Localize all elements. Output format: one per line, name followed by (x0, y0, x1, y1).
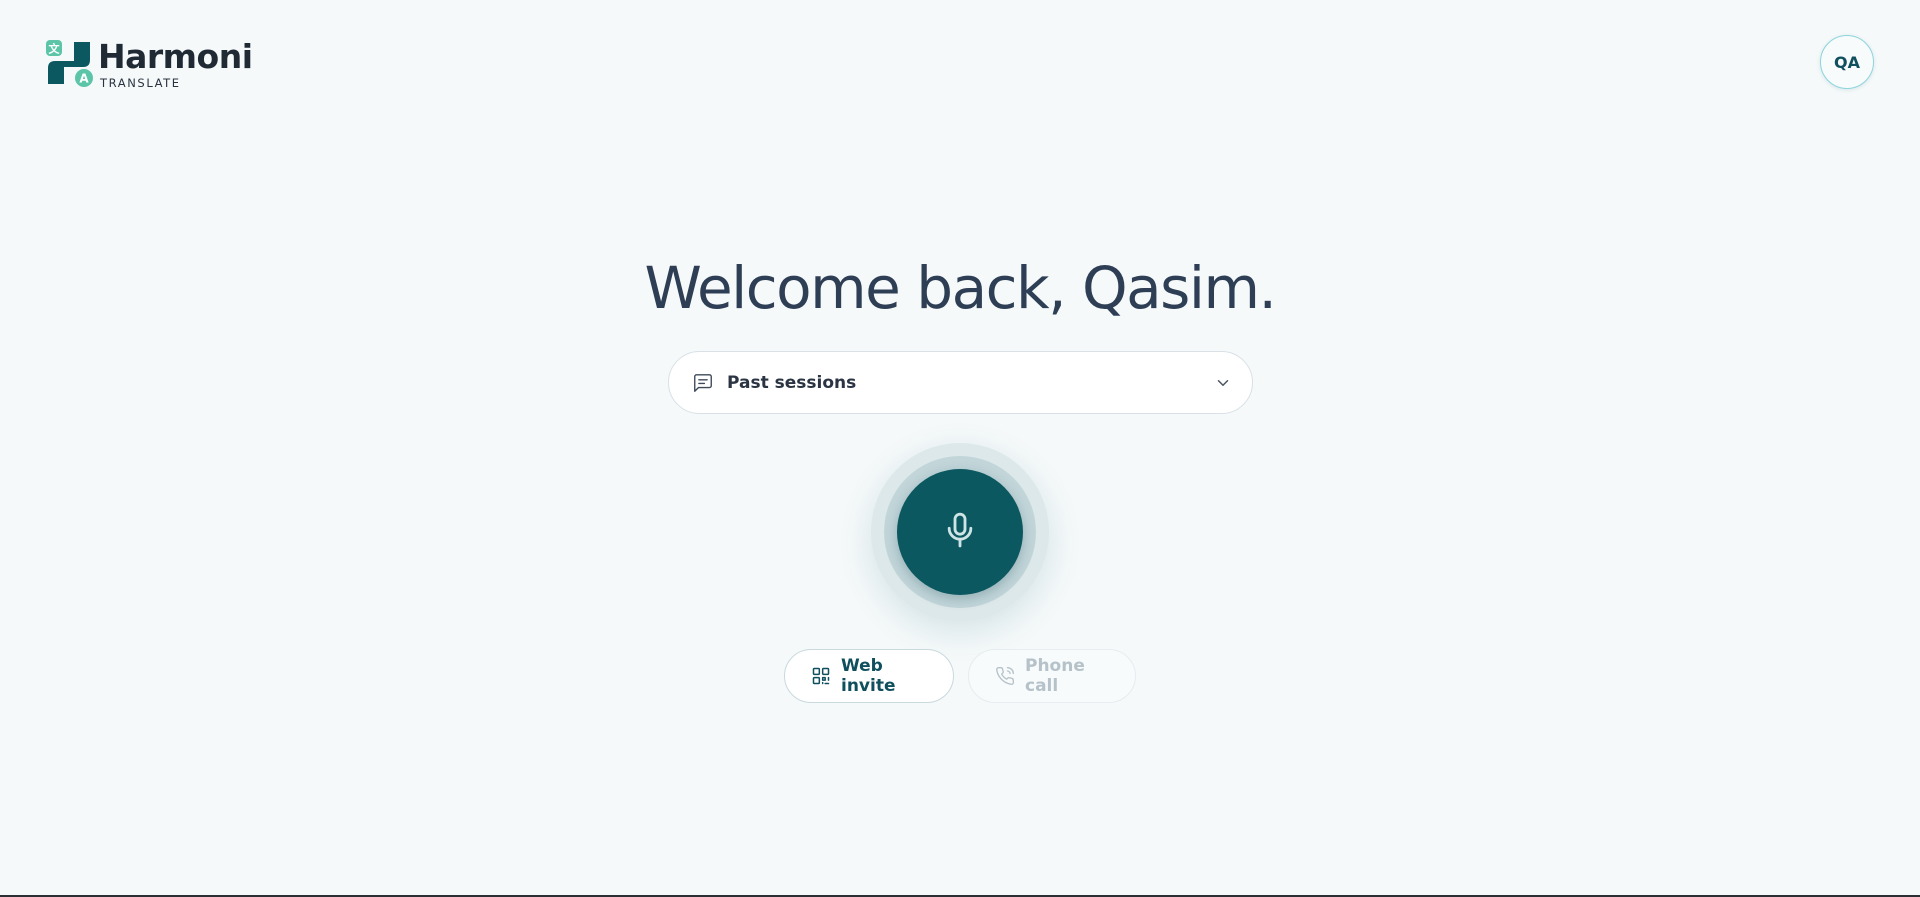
user-avatar-button[interactable]: QA (1820, 35, 1874, 89)
logo-wordmark: Harmoni TRANSLATE (98, 37, 253, 91)
microphone-icon (940, 510, 980, 554)
logo-mark-icon: 文 A (44, 38, 94, 88)
logo-name: Harmoni (98, 37, 253, 76)
web-invite-button[interactable]: Web invite (784, 649, 954, 703)
phone-call-icon (995, 666, 1015, 686)
past-sessions-dropdown[interactable]: Past sessions (668, 351, 1253, 414)
svg-text:文: 文 (49, 42, 61, 56)
page-title: Welcome back, Qasim. (644, 254, 1277, 322)
page: 文 A Harmoni TRANSLATE QA Welcome back, Q… (0, 0, 1920, 897)
chevron-down-icon (1214, 374, 1232, 392)
avatar-initials: QA (1834, 52, 1860, 72)
phone-call-button[interactable]: Phone call (968, 649, 1136, 703)
logo-subtitle: TRANSLATE (100, 76, 181, 90)
harmoni-logo[interactable]: 文 A Harmoni TRANSLATE (44, 38, 253, 90)
web-invite-label: Web invite (841, 656, 896, 696)
svg-text:A: A (79, 72, 89, 86)
message-square-text-icon (692, 372, 714, 394)
microphone-button[interactable] (897, 469, 1023, 595)
qr-code-icon (811, 666, 831, 686)
phone-call-label: Phone call (1025, 656, 1085, 696)
past-sessions-label: Past sessions (727, 372, 857, 393)
